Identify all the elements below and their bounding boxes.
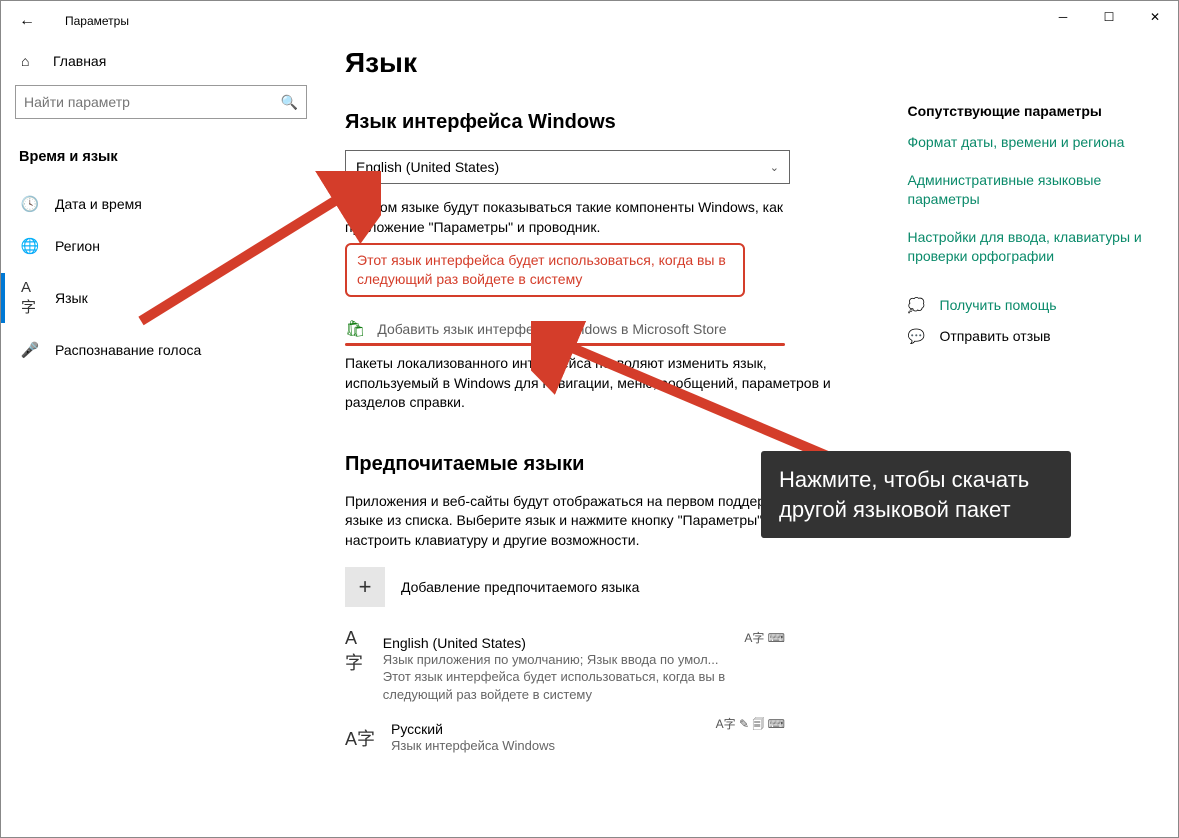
back-button[interactable]: ←	[13, 12, 41, 30]
sidebar-home[interactable]: ⌂ Главная	[13, 41, 309, 85]
language-item-russian[interactable]: A字 Русский Язык интерфейса Windows A字 ✎ …	[345, 715, 785, 767]
sidebar-category: Время и язык	[13, 139, 309, 183]
search-icon: 🔍	[281, 94, 298, 111]
language-item-english[interactable]: A字 English (United States) Язык приложен…	[345, 629, 785, 716]
language-icon: A字	[21, 279, 39, 317]
content-area: Язык Язык интерфейса Windows English (Un…	[321, 41, 1178, 837]
add-language-store-link[interactable]: 🛍 Добавить язык интерфейса Windows в Mic…	[345, 313, 848, 341]
signin-notice-highlight: Этот язык интерфейса будет использоватьс…	[345, 243, 745, 297]
store-link-label: Добавить язык интерфейса Windows в Micro…	[377, 321, 726, 337]
annotation-underline	[345, 343, 785, 346]
main-column: Язык интерфейса Windows English (United …	[345, 103, 848, 767]
settings-window: ← Параметры ─ ☐ ✕ ⌂ Главная 🔍 Время и яз…	[0, 0, 1179, 838]
window-title: Параметры	[65, 14, 129, 28]
search-box[interactable]: 🔍	[15, 85, 307, 119]
related-heading: Сопутствующие параметры	[908, 103, 1155, 119]
add-preferred-language[interactable]: + Добавление предпочитаемого языка	[345, 567, 848, 607]
language-feature-badges: A字 ✎ 🗐 ⌨	[716, 715, 785, 736]
store-icon: 🛍	[345, 319, 365, 339]
sidebar-item-speech[interactable]: 🎤 Распознавание голоса	[13, 329, 309, 371]
related-link-admin-language[interactable]: Административные языковые параметры	[908, 171, 1155, 210]
sidebar-item-label: Распознавание голоса	[55, 342, 201, 358]
sidebar-home-label: Главная	[53, 53, 106, 69]
display-language-description: На этом языке будут показываться такие к…	[345, 198, 848, 237]
language-feature-badges: A字 ⌨	[744, 629, 785, 646]
related-link-input-settings[interactable]: Настройки для ввода, клавиатуры и провер…	[908, 228, 1155, 267]
globe-icon: 🌐	[21, 237, 39, 255]
language-glyph-icon: A字	[345, 723, 375, 753]
sidebar-item-region[interactable]: 🌐 Регион	[13, 225, 309, 267]
sidebar: ⌂ Главная 🔍 Время и язык 🕓 Дата и время …	[1, 41, 321, 837]
feedback-icon: 💬	[908, 328, 926, 345]
help-icon: 💭	[908, 297, 926, 314]
sidebar-item-datetime[interactable]: 🕓 Дата и время	[13, 183, 309, 225]
language-glyph-icon: A字	[345, 637, 367, 667]
titlebar: ← Параметры ─ ☐ ✕	[1, 1, 1178, 41]
get-help-label: Получить помощь	[940, 297, 1057, 313]
related-column: Сопутствующие параметры Формат даты, вре…	[908, 103, 1155, 767]
sidebar-item-label: Язык	[55, 290, 88, 306]
dropdown-value: English (United States)	[356, 159, 499, 175]
sidebar-item-language[interactable]: A字 Язык	[13, 267, 309, 329]
home-icon: ⌂	[21, 53, 39, 69]
give-feedback-label: Отправить отзыв	[940, 328, 1051, 344]
page-title: Язык	[345, 47, 1154, 79]
annotation-callout: Нажмите, чтобы скачать другой языковой п…	[761, 451, 1071, 538]
add-language-label: Добавление предпочитаемого языка	[401, 579, 639, 595]
microphone-icon: 🎤	[21, 341, 39, 359]
section-display-language-heading: Язык интерфейса Windows	[345, 111, 848, 134]
chevron-down-icon: ⌄	[770, 161, 779, 174]
search-input[interactable]	[24, 94, 281, 110]
maximize-button[interactable]: ☐	[1086, 1, 1132, 33]
language-name: English (United States)	[383, 635, 785, 651]
display-language-dropdown[interactable]: English (United States) ⌄	[345, 150, 790, 184]
clock-icon: 🕓	[21, 195, 39, 213]
window-controls: ─ ☐ ✕	[1040, 1, 1178, 33]
sidebar-item-label: Регион	[55, 238, 100, 254]
language-pack-description: Пакеты локализованного интерфейса позвол…	[345, 354, 848, 413]
language-name: Русский	[391, 721, 555, 737]
sidebar-item-label: Дата и время	[55, 196, 142, 212]
language-subtitle: Язык интерфейса Windows	[391, 737, 555, 755]
get-help-link[interactable]: 💭 Получить помощь	[908, 297, 1155, 314]
plus-icon: +	[345, 567, 385, 607]
close-button[interactable]: ✕	[1132, 1, 1178, 33]
minimize-button[interactable]: ─	[1040, 1, 1086, 33]
language-subtitle: Язык приложения по умолчанию; Язык ввода…	[383, 651, 785, 704]
related-link-date-format[interactable]: Формат даты, времени и региона	[908, 133, 1155, 153]
give-feedback-link[interactable]: 💬 Отправить отзыв	[908, 328, 1155, 345]
